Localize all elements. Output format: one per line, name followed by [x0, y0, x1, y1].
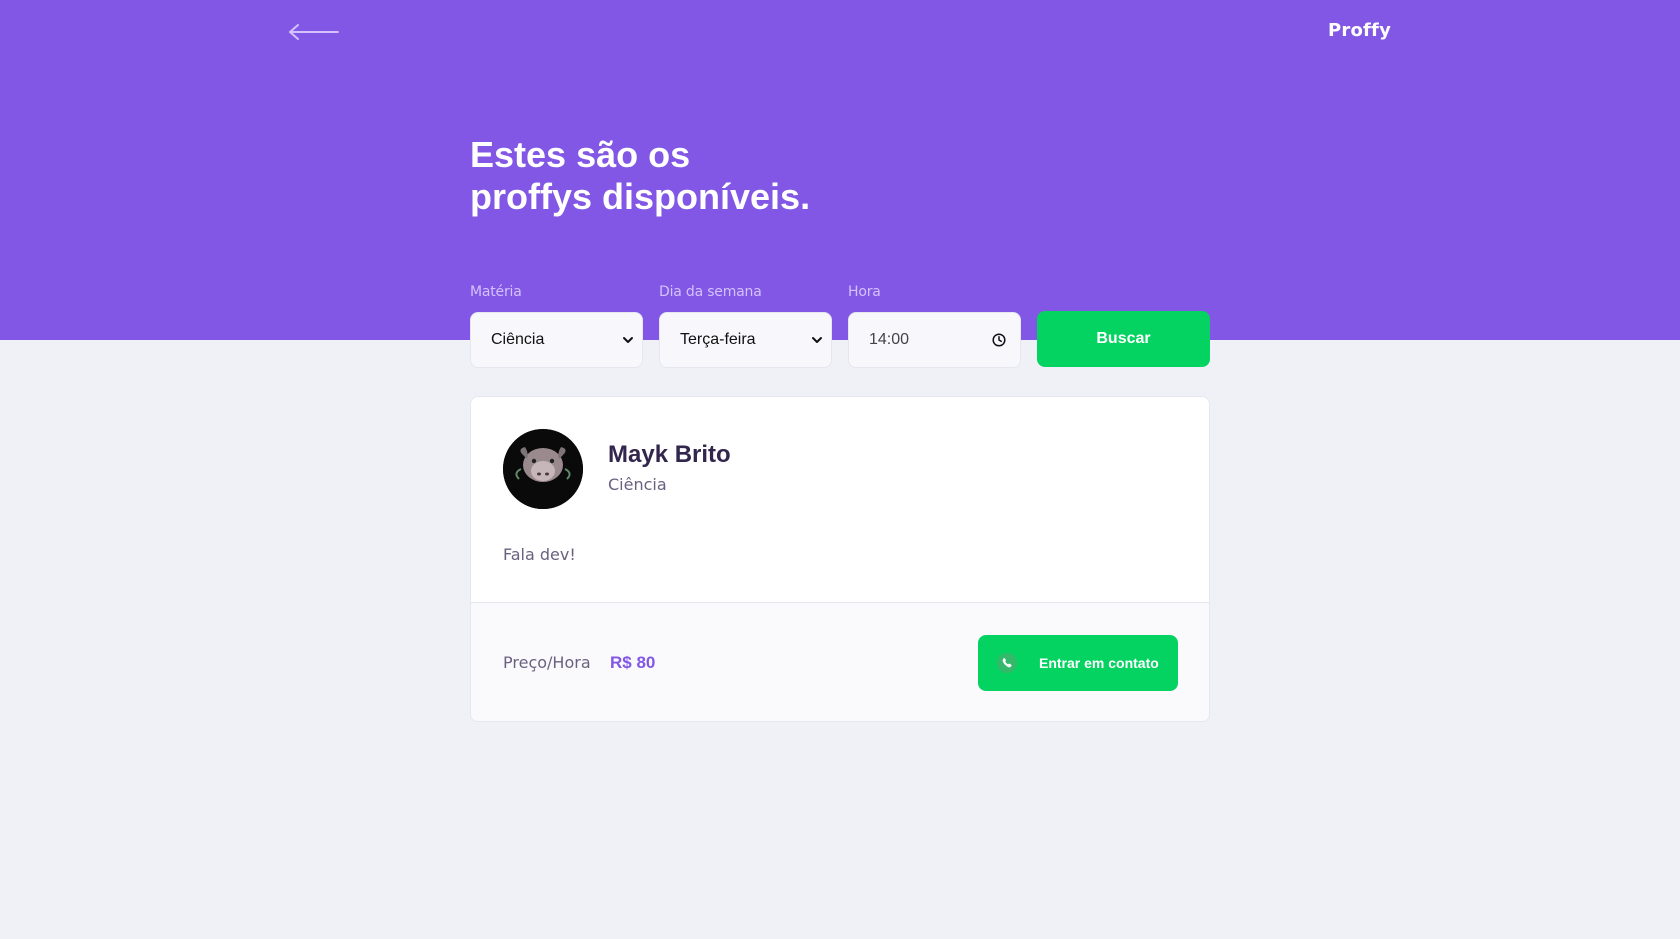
weekday-label: Dia da semana: [659, 284, 762, 300]
time-field: Hora 14:00: [848, 282, 1021, 368]
back-link[interactable]: [288, 20, 340, 44]
page-title-line: Estes são os: [470, 134, 691, 175]
chevron-down-icon: [812, 337, 822, 343]
avatar: [503, 429, 583, 509]
chevron-down-icon: [623, 337, 633, 343]
weekday-select[interactable]: Terça-feira: [659, 312, 832, 368]
weekday-select-value: Terça-feira: [680, 331, 756, 348]
teacher-card: Mayk Brito Ciência Fala dev! Preço/Hora …: [470, 396, 1210, 722]
teacher-card-header: Mayk Brito Ciência Fala dev!: [471, 397, 1209, 602]
arrow-left-icon: [289, 24, 339, 40]
clock-icon: [992, 333, 1006, 347]
price-value: R$ 80: [610, 653, 656, 672]
weekday-field: Dia da semana Terça-feira: [659, 282, 832, 368]
teacher-subject: Ciência: [608, 475, 667, 494]
teacher-card-footer: Preço/Hora R$ 80 Entrar em contato: [471, 602, 1209, 721]
whatsapp-icon: [997, 653, 1017, 673]
contact-button-label: Entrar em contato: [1039, 655, 1159, 671]
subject-select-value: Ciência: [491, 331, 545, 348]
contact-button[interactable]: Entrar em contato: [978, 635, 1178, 691]
subject-label: Matéria: [470, 284, 522, 300]
teacher-name: Mayk Brito: [608, 441, 731, 468]
teacher-bio: Fala dev!: [503, 545, 576, 564]
subject-select[interactable]: Ciência: [470, 312, 643, 368]
search-button[interactable]: Buscar: [1037, 311, 1210, 367]
avatar-image: [503, 429, 583, 509]
page-title: Estes são os proffys disponíveis.: [470, 134, 990, 218]
price-label: Preço/Hora: [503, 653, 591, 672]
time-input[interactable]: 14:00: [848, 312, 1021, 368]
search-teachers-form: Matéria Ciência Dia da semana Terça-feir…: [470, 282, 1210, 368]
time-label: Hora: [848, 284, 881, 300]
time-input-value: 14:00: [869, 331, 910, 348]
brand-logo: Proffy: [1327, 20, 1391, 41]
page-title-line: proffys disponíveis.: [470, 176, 811, 217]
subject-field: Matéria Ciência: [470, 282, 643, 368]
top-bar: Proffy: [0, 0, 1680, 64]
